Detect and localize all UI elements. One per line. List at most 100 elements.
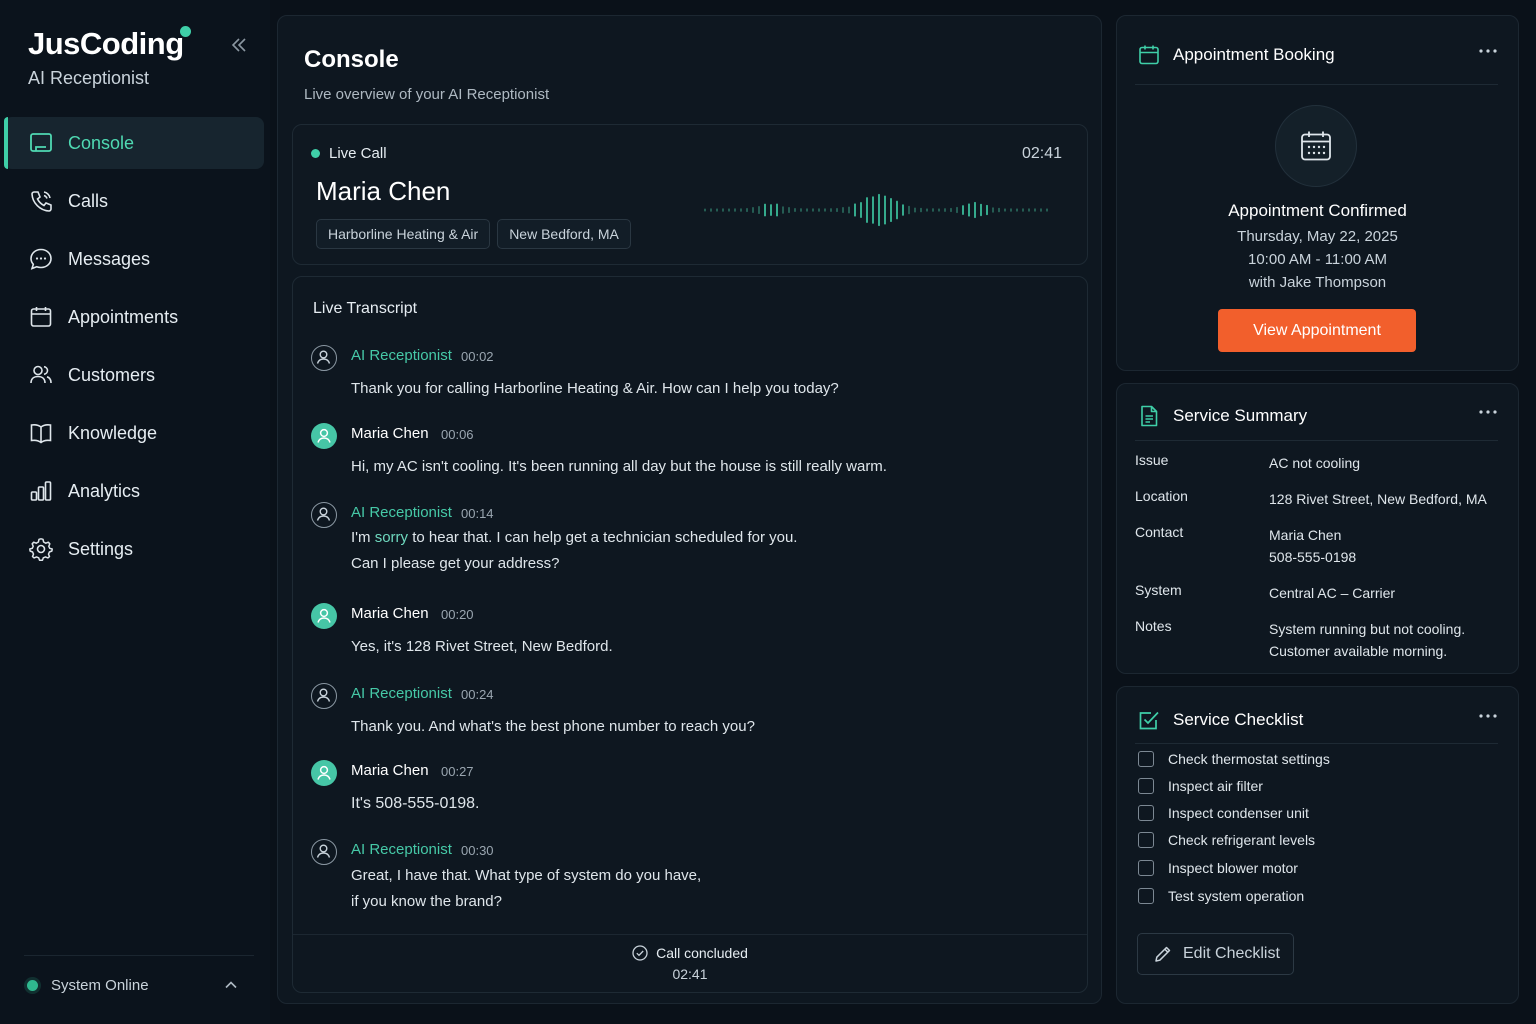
message-text: I'm sorry to hear that. I can help get a… — [351, 525, 1051, 577]
console-icon — [30, 133, 52, 152]
checkbox[interactable] — [1138, 805, 1154, 821]
phone-icon — [31, 191, 52, 212]
appointment-technician: with Jake Thompson — [1248, 274, 1387, 291]
more-options-icon[interactable] — [1478, 713, 1498, 719]
sidebar-item-calls[interactable]: Calls — [4, 175, 264, 227]
message-text: Great, I have that. What type of system … — [351, 863, 1051, 915]
pencil-icon — [1155, 946, 1171, 962]
expand-status-button[interactable] — [224, 978, 238, 992]
message-timestamp: 00:30 — [461, 843, 494, 858]
sidebar-item-appointments[interactable]: Appointments — [4, 291, 264, 343]
card-header: Appointment Booking — [1137, 40, 1498, 70]
live-call-label: Live Call — [329, 145, 387, 162]
collapse-sidebar-button[interactable] — [228, 36, 250, 54]
summary-value: System running but not cooling. Customer … — [1269, 618, 1509, 662]
sidebar-item-label: Messages — [68, 248, 151, 269]
appointment-time: 10:00 AM - 11:00 AM — [1248, 251, 1387, 268]
message-timestamp: 00:06 — [441, 427, 474, 442]
calendar-icon — [1301, 131, 1331, 161]
customer-avatar-icon — [311, 423, 337, 449]
checklist-item[interactable]: Inspect air filter — [1138, 778, 1263, 794]
sidebar-nav: Console Calls Messages Appointments Cust… — [4, 117, 264, 581]
speaker-name: AI Receptionist — [351, 685, 452, 702]
console-panel: Console Live overview of your AI Recepti… — [277, 15, 1102, 1004]
summary-value-line: Customer available morning. — [1269, 643, 1448, 659]
customer-avatar-icon — [311, 603, 337, 629]
view-appointment-button[interactable]: View Appointment — [1218, 309, 1416, 352]
message-timestamp: 00:20 — [441, 607, 474, 622]
brand-name: JusCoding — [28, 26, 184, 61]
call-concluded-label: Call concluded — [656, 945, 748, 961]
sidebar-item-label: Knowledge — [68, 422, 158, 443]
checklist-icon — [1139, 711, 1159, 730]
card-header: Service Checklist — [1137, 705, 1498, 735]
call-duration: 02:41 — [672, 966, 708, 982]
location-tag: New Bedford, MA — [497, 219, 631, 249]
sidebar-item-label: Console — [68, 132, 135, 153]
message-line: Thank you for calling Harborline Heating… — [351, 380, 839, 397]
checkbox[interactable] — [1138, 860, 1154, 876]
more-options-icon[interactable] — [1478, 409, 1498, 415]
live-indicator-icon — [311, 149, 320, 158]
divider — [1135, 84, 1498, 85]
edit-checklist-button[interactable]: Edit Checklist — [1137, 933, 1294, 975]
checklist-item[interactable]: Test system operation — [1138, 888, 1304, 904]
sidebar-item-label: Appointments — [68, 306, 179, 327]
divider — [1135, 440, 1498, 441]
chevron-up-icon — [225, 981, 237, 989]
checkbox[interactable] — [1138, 832, 1154, 848]
message-text: Yes, it's 128 Rivet Street, New Bedford. — [351, 634, 1051, 660]
checklist-item-label: Inspect condenser unit — [1168, 805, 1309, 821]
customer-avatar-icon — [311, 760, 337, 786]
speaker-name: AI Receptionist — [351, 347, 452, 364]
summary-label: Contact — [1135, 524, 1184, 540]
ai-avatar-icon — [311, 683, 337, 709]
message-timestamp: 00:24 — [461, 687, 494, 702]
sidebar-item-customers[interactable]: Customers — [4, 349, 264, 401]
sidebar-item-messages[interactable]: Messages — [4, 233, 264, 285]
sidebar-item-settings[interactable]: Settings — [4, 523, 264, 575]
sidebar: JusCoding AI Receptionist Console Calls … — [0, 0, 270, 1024]
summary-value: AC not cooling — [1269, 455, 1361, 471]
checkbox[interactable] — [1138, 778, 1154, 794]
sidebar-item-console[interactable]: Console — [4, 117, 264, 169]
calendar-icon — [30, 307, 52, 327]
message-text: Thank you. And what's the best phone num… — [351, 714, 1051, 740]
summary-label: System — [1135, 582, 1182, 598]
message-line: Great, I have that. What type of system … — [351, 867, 702, 884]
system-status: System Online — [24, 955, 254, 1015]
checkbox[interactable] — [1138, 888, 1154, 904]
summary-value-line: System running but not cooling. — [1269, 621, 1466, 637]
checklist-item[interactable]: Inspect blower motor — [1138, 860, 1298, 876]
edit-checklist-label: Edit Checklist — [1183, 945, 1280, 962]
checkbox[interactable] — [1138, 751, 1154, 767]
audio-waveform-icon — [704, 193, 1048, 227]
checklist-item-label: Inspect air filter — [1168, 778, 1263, 794]
message-line: Can I please get your address? — [351, 555, 560, 572]
message-timestamp: 00:27 — [441, 764, 474, 779]
sidebar-item-knowledge[interactable]: Knowledge — [4, 407, 264, 459]
live-transcript: Live Transcript AI Receptionist 00:02 Th… — [292, 276, 1088, 993]
speaker-name: Maria Chen — [351, 425, 429, 442]
summary-value-line: 508-555-0198 — [1269, 549, 1357, 565]
checklist-item[interactable]: Check thermostat settings — [1138, 751, 1330, 767]
checklist-item[interactable]: Check refrigerant levels — [1138, 832, 1315, 848]
summary-label: Notes — [1135, 618, 1172, 634]
call-timer: 02:41 — [1021, 145, 1062, 162]
speaker-name: AI Receptionist — [351, 841, 452, 858]
highlighted-word: sorry — [374, 529, 409, 546]
summary-value: Central AC – Carrier — [1269, 585, 1396, 601]
service-summary-card: Service Summary Issue AC not cooling Loc… — [1116, 383, 1519, 674]
message-text: Hi, my AC isn't cooling. It's been runni… — [351, 454, 1051, 480]
call-concluded-footer: Call concluded 02:41 — [293, 934, 1087, 994]
caller-tags: Harborline Heating & Air New Bedford, MA — [316, 219, 631, 249]
double-chevron-left-icon — [231, 38, 246, 52]
brand: JusCoding AI Receptionist — [28, 26, 191, 89]
checklist-item[interactable]: Inspect condenser unit — [1138, 805, 1309, 821]
more-options-icon[interactable] — [1478, 48, 1498, 54]
message-line: I'm sorry to hear that. I can help get a… — [351, 529, 798, 546]
message-line: It's 508-555-0198. — [351, 795, 480, 812]
sidebar-item-analytics[interactable]: Analytics — [4, 465, 264, 517]
ai-avatar-icon — [311, 345, 337, 371]
gear-icon — [29, 538, 53, 561]
